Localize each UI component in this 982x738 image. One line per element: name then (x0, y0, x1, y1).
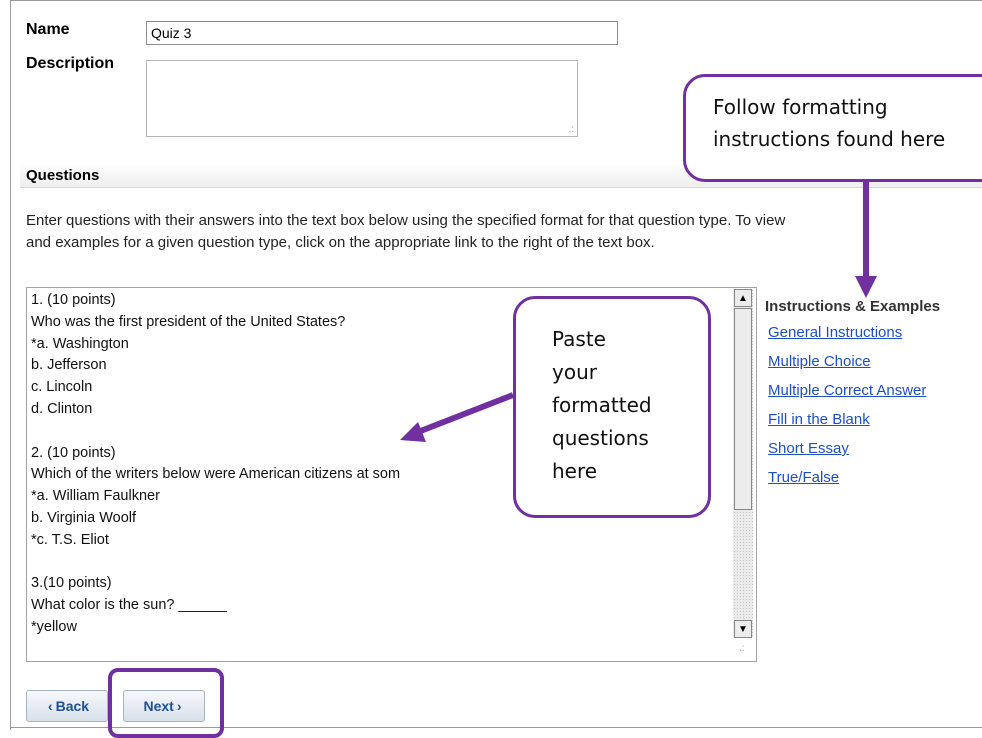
arrow-to-instructions (855, 182, 877, 298)
annotation-arrows (400, 182, 877, 442)
arrow-to-textarea (400, 392, 515, 442)
